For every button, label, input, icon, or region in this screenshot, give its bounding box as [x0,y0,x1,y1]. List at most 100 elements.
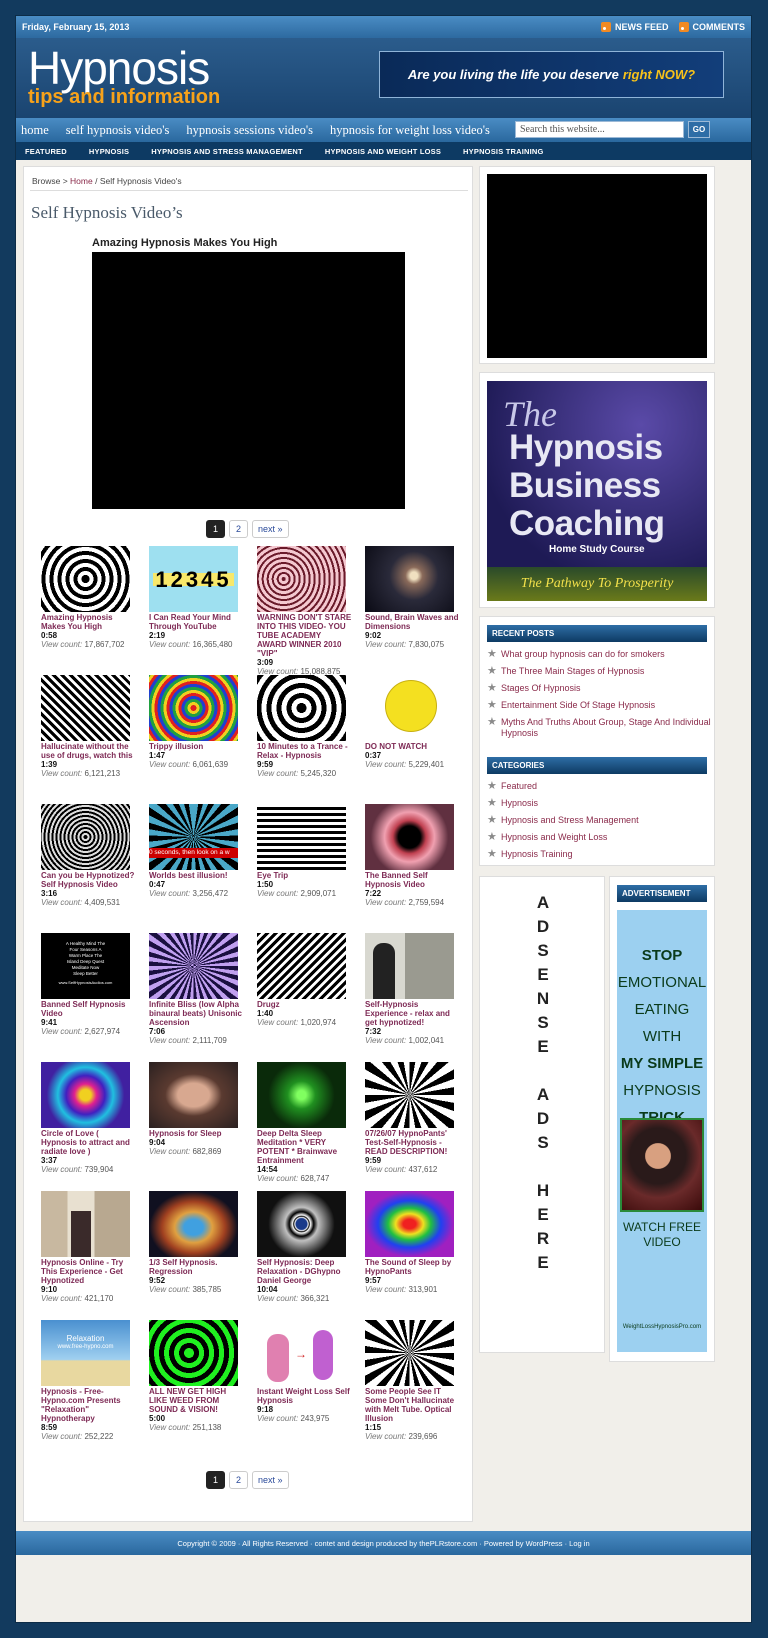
video-item[interactable]: The Sound of Sleep by HypnoPants 9:57 View… [365,1191,460,1294]
nav-hypnosis-sessions-videos[interactable]: hypnosis sessions video's [186,123,313,138]
nav-self-hypnosis-videos[interactable]: self hypnosis video's [66,123,170,138]
catnav-training[interactable]: HYPNOSIS TRAINING [463,147,544,156]
comments-link[interactable]: COMMENTS [678,22,745,32]
video-item[interactable]: Circle of Love ( Hypnosis to attract and… [41,1062,136,1174]
video-item[interactable]: 1/3 Self Hypnosis. Regression 9:52 View co… [149,1191,244,1294]
video-thumbnail[interactable] [149,933,238,999]
video-item[interactable]: Eye Trip 1:50 View count: 2,909,071 [257,804,352,898]
video-item[interactable]: Deep Delta Sleep Meditation * VERY POTEN… [257,1062,352,1183]
nav-weight-loss-videos[interactable]: hypnosis for weight loss video's [330,123,490,138]
video-item[interactable]: Hypnosis Online - Try This Experience - … [41,1191,136,1303]
recent-post-link[interactable]: What group hypnosis can do for smokers [501,649,665,660]
recent-post-link[interactable]: Entertainment Side Of Stage Hypnosis [501,700,655,711]
video-thumbnail[interactable] [257,675,346,741]
video-item[interactable]: DO NOT WATCH 0:37 View count: 5,229,401 [365,675,460,769]
category-link[interactable]: Hypnosis [501,798,538,809]
category-link[interactable]: Hypnosis Training [501,849,573,860]
video-item[interactable]: Hallucinate without the use of drugs, wa… [41,675,136,778]
recent-post-link[interactable]: The Three Main Stages of Hypnosis [501,666,644,677]
video-item[interactable]: Some People See IT Some Don't Hallucinat… [365,1320,460,1441]
video-thumbnail[interactable] [365,933,454,999]
search-input[interactable]: Search this website... [515,121,684,138]
video-thumbnail[interactable]: 12345 [149,546,238,612]
rss-icon [600,22,611,32]
video-thumbnail[interactable] [41,546,130,612]
video-item[interactable]: Self-Hypnosis Experience - relax and get… [365,933,460,1045]
category-link[interactable]: Hypnosis and Weight Loss [501,832,607,843]
next-page-button[interactable]: next » [252,520,289,538]
catnav-hypnosis[interactable]: HYPNOSIS [89,147,129,156]
video-thumbnail[interactable] [149,1191,238,1257]
video-thumbnail[interactable] [41,675,130,741]
video-thumbnail[interactable]: 0 seconds, then look on a w [149,804,238,870]
coaching-ad-banner[interactable]: The Hypnosis Business Coaching Home Stud… [487,381,707,601]
search-go-button[interactable]: GO [688,121,710,138]
sidebar-video-player[interactable] [487,174,707,358]
advertisement-header: ADVERTISEMENT [617,885,707,902]
star-icon: ★ [487,831,497,843]
next-page-button[interactable]: next » [252,1471,289,1489]
video-thumbnail[interactable] [365,1191,454,1257]
category-link[interactable]: Featured [501,781,537,792]
video-item[interactable]: A Healthy Mind The Four Seasons A Warm P… [41,933,136,1036]
video-thumbnail[interactable]: Relaxation www.free-hypno.com [41,1320,130,1386]
video-item[interactable]: Self Hypnosis: Deep Relaxation - DGhypno… [257,1191,352,1303]
adsense-text: ADSENSEADSHERE [536,893,550,1272]
video-thumbnail[interactable] [149,1062,238,1128]
pagination-top: 1 2 next » [206,520,289,538]
video-thumbnail[interactable] [149,675,238,741]
video-thumbnail[interactable] [41,1191,130,1257]
page-1-button[interactable]: 1 [206,520,225,538]
video-item[interactable]: 07/26/07 HypnoPants' Test-Self-Hypnosis … [365,1062,460,1174]
video-item[interactable]: Drugz 1:40 View count: 1,020,974 [257,933,352,1027]
video-thumbnail[interactable] [41,804,130,870]
category-link[interactable]: Hypnosis and Stress Management [501,815,639,826]
weight-loss-ad[interactable]: STOP EMOTIONAL EATING WITH MY SIMPLE HYP… [617,910,707,1352]
video-thumbnail[interactable] [365,675,454,741]
video-thumbnail[interactable] [365,1320,454,1386]
breadcrumb-home-link[interactable]: Home [70,176,93,186]
video-item[interactable]: Infinite Bliss (low Alpha binaural beats… [149,933,244,1045]
video-item[interactable]: ALL NEW GET HIGH LIKE WEED FROM SOUND & … [149,1320,244,1432]
video-item[interactable]: Hypnosis for Sleep 9:04 View count: 682,86… [149,1062,244,1156]
video-item[interactable]: Relaxation www.free-hypno.com Hypnosis - … [41,1320,136,1441]
video-item[interactable]: Trippy illusion 1:47 View count: 6,061,639 [149,675,244,769]
video-thumbnail[interactable] [365,546,454,612]
video-thumbnail[interactable] [365,1062,454,1128]
video-thumbnail[interactable] [149,1320,238,1386]
nav-home[interactable]: home [21,123,49,138]
video-item[interactable]: The Banned Self Hypnosis Video 7:22 View c… [365,804,460,907]
catnav-stress[interactable]: HYPNOSIS AND STRESS MANAGEMENT [151,147,303,156]
video-player[interactable] [92,252,405,509]
video-thumbnail[interactable] [41,1062,130,1128]
video-thumbnail[interactable] [365,804,454,870]
page-2-button[interactable]: 2 [229,520,248,538]
site-logo[interactable]: Hypnosis tips and information [28,45,220,107]
page-1-button[interactable]: 1 [206,1471,225,1489]
video-item[interactable]: 0 seconds, then look on a w Worlds best … [149,804,244,898]
video-thumbnail[interactable] [257,546,346,612]
video-item[interactable]: 12345 I Can Read Your Mind Through YouTu… [149,546,244,649]
video-thumbnail[interactable] [257,1062,346,1128]
video-item[interactable]: 10 Minutes to a Trance - Relax - Hypnosi… [257,675,352,778]
page-2-button[interactable]: 2 [229,1471,248,1489]
video-item[interactable]: Amazing Hypnosis Makes You High 0:58 View … [41,546,136,649]
recent-post-link[interactable]: Stages Of Hypnosis [501,683,581,694]
recent-posts-header: RECENT POSTS [487,625,707,642]
video-thumbnail[interactable] [257,933,346,999]
video-item[interactable]: WARNING DON'T STARE INTO THIS VIDEO- YOU… [257,546,352,676]
video-item[interactable]: → Instant Weight Loss Self Hypnosis 9:18 V… [257,1320,352,1423]
video-thumbnail[interactable]: A Healthy Mind The Four Seasons A Warm P… [41,933,130,999]
header-banner-ad[interactable]: Are you living the life you deserve right… [379,51,724,98]
video-thumbnail[interactable] [257,804,346,870]
star-icon: ★ [487,797,497,809]
news-feed-link[interactable]: NEWS FEED [600,22,669,32]
recent-post-link[interactable]: Myths And Truths About Group, Stage And … [501,717,714,739]
video-item[interactable]: Can you be Hypnotized? Self Hypnosis Vid… [41,804,136,907]
video-thumbnail[interactable]: → [257,1320,346,1386]
adsense-placeholder: ADSENSEADSHERE [479,876,605,1353]
catnav-featured[interactable]: FEATURED [25,147,67,156]
video-item[interactable]: Sound, Brain Waves and Dimensions 9:02 Vie… [365,546,460,649]
video-thumbnail[interactable] [257,1191,346,1257]
catnav-weight-loss[interactable]: HYPNOSIS AND WEIGHT LOSS [325,147,441,156]
